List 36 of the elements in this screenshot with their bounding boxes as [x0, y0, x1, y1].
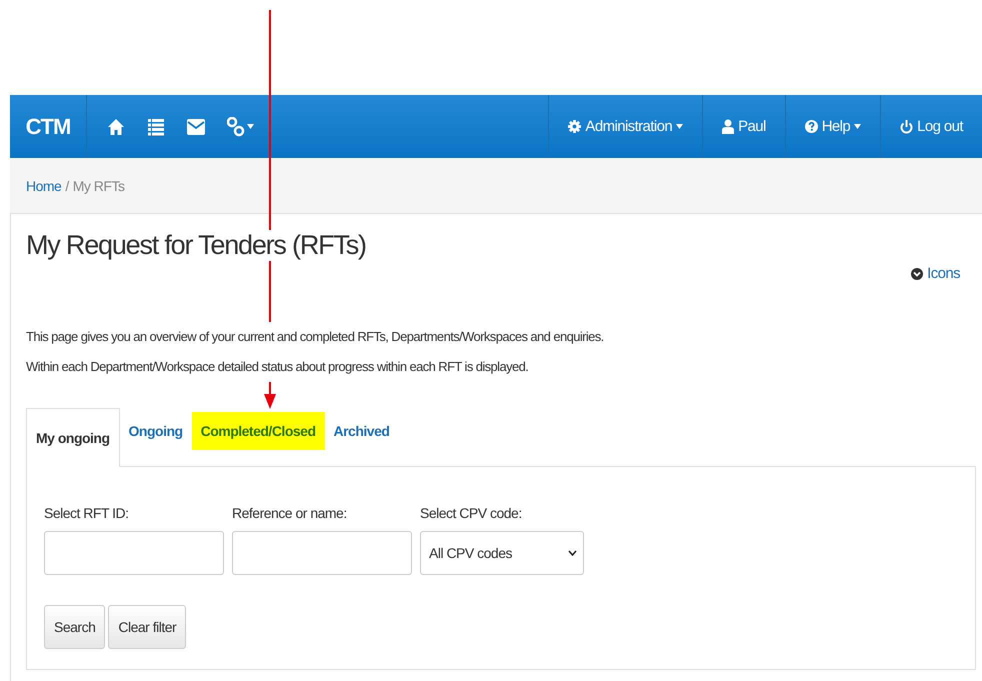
tab[interactable]: Ongoing	[120, 412, 192, 450]
breadcrumb-separator: /	[65, 178, 69, 194]
home-icon	[107, 118, 125, 136]
settings-icon	[568, 120, 582, 133]
icons-link[interactable]: Icons	[911, 265, 960, 282]
page-title: My Request for Tenders (RFTs)	[26, 230, 366, 261]
envelope-icon	[187, 118, 205, 136]
caret-icon	[854, 124, 862, 129]
caret-icon	[247, 124, 254, 129]
link-nav-button[interactable]	[227, 116, 254, 136]
tab[interactable]: My ongoing	[26, 408, 120, 467]
intro-text: Within each Department/Workspace detailed status about progress within each RFT is displayed.	[26, 352, 528, 382]
caret-icon	[676, 124, 684, 129]
help-icon	[804, 120, 818, 133]
chevron-down-icon	[911, 268, 924, 280]
user-icon	[722, 119, 734, 134]
list-icon	[147, 118, 165, 136]
input-field[interactable]	[44, 531, 224, 575]
link-icon	[227, 116, 245, 136]
mail-nav-button[interactable]	[187, 118, 205, 136]
field-label: Select RFT ID:	[44, 505, 130, 521]
field-label: Reference or name:	[232, 505, 348, 521]
breadcrumb-current: My RFTs	[72, 178, 124, 194]
filter-button[interactable]: Search	[44, 605, 106, 649]
home-nav-button[interactable]	[107, 118, 125, 136]
select-field[interactable]: All CPV codes	[420, 531, 584, 575]
breadcrumb-link[interactable]: Home	[26, 178, 62, 194]
chevron-down-icon	[568, 550, 577, 556]
field-label: Select CPV code:	[420, 505, 523, 521]
tab[interactable]: Archived	[324, 412, 398, 450]
power-icon	[900, 120, 914, 134]
list-nav-button[interactable]	[147, 118, 165, 136]
filter-button[interactable]: Clear filter	[108, 605, 186, 649]
intro-text: This page gives you an overview of your current and completed RFTs, Departments/Workspaces and enquiries.	[26, 322, 604, 352]
input-field[interactable]	[232, 531, 412, 575]
tab[interactable]: Completed/Closed	[192, 412, 324, 450]
